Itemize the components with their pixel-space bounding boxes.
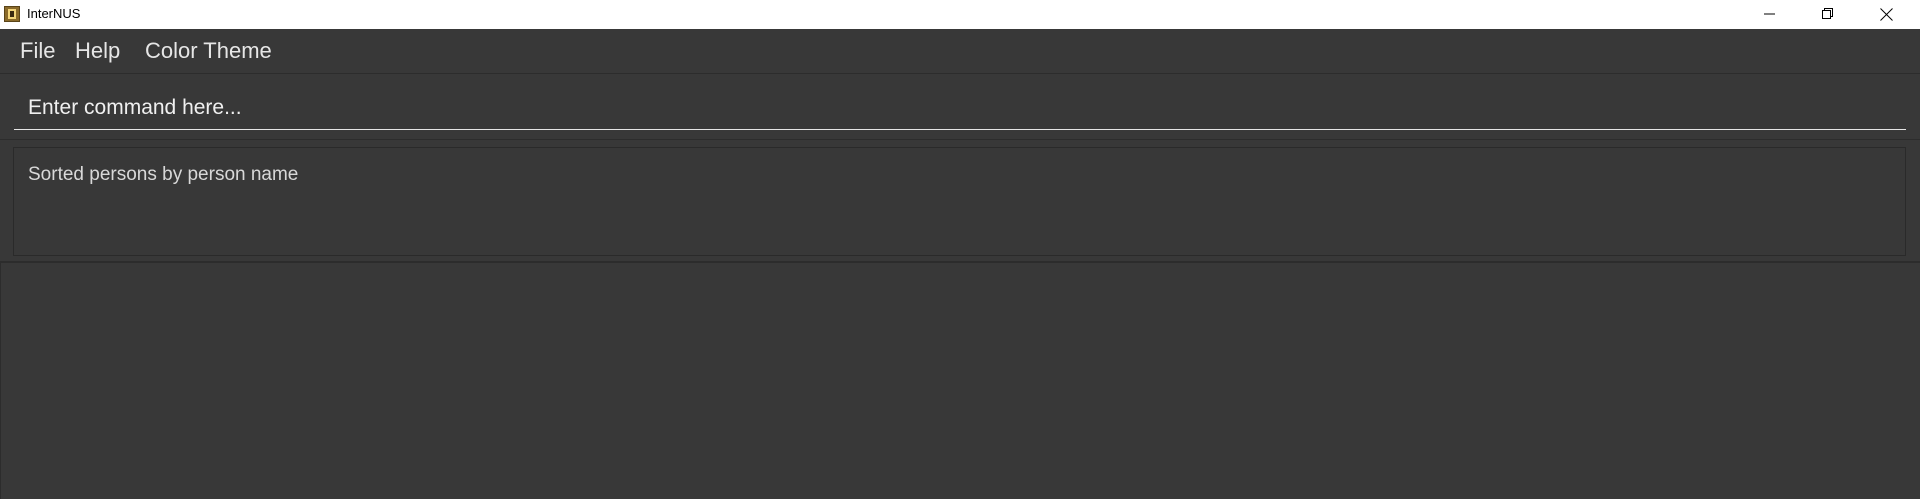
minimize-icon xyxy=(1764,13,1775,15)
command-input[interactable] xyxy=(14,86,1906,130)
main-content-panel xyxy=(0,263,1920,499)
minimize-button[interactable] xyxy=(1741,0,1799,29)
app-window: InterNUS File Help Color Theme So xyxy=(0,0,1920,499)
app-logo-icon xyxy=(4,6,20,22)
menu-color-theme[interactable]: Color Theme xyxy=(145,39,272,63)
close-button[interactable] xyxy=(1857,0,1920,29)
command-box xyxy=(0,74,1920,140)
result-display: Sorted persons by person name xyxy=(0,141,1920,263)
result-message: Sorted persons by person name xyxy=(28,164,299,185)
restore-icon xyxy=(1822,8,1833,19)
title-bar: InterNUS xyxy=(0,0,1920,29)
restore-button[interactable] xyxy=(1799,0,1857,29)
window-title: InterNUS xyxy=(27,6,81,21)
result-box[interactable]: Sorted persons by person name xyxy=(13,147,1906,256)
menu-help[interactable]: Help xyxy=(75,39,120,63)
menu-bar: File Help Color Theme xyxy=(0,29,1920,74)
close-icon xyxy=(1880,8,1893,21)
menu-file[interactable]: File xyxy=(20,39,55,63)
